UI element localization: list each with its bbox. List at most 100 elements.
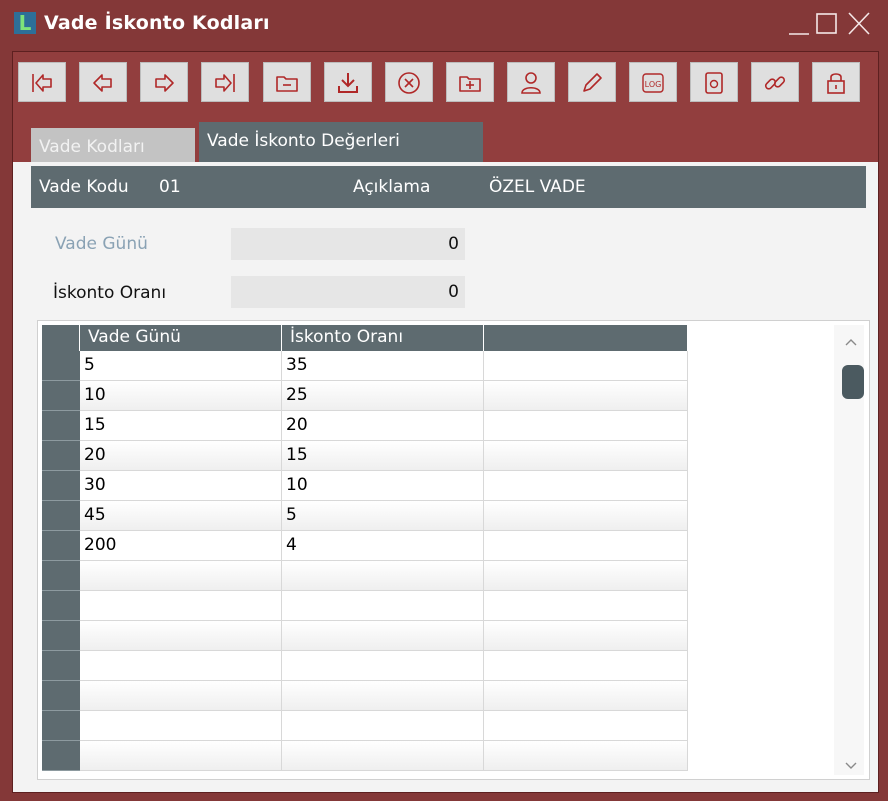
edit-button[interactable]: [568, 62, 616, 102]
table-cell[interactable]: [484, 381, 688, 411]
row-selector[interactable]: [42, 561, 80, 591]
next-record-button[interactable]: [140, 62, 188, 102]
title-bar[interactable]: L Vade İskonto Kodları: [0, 0, 888, 50]
cancel-button[interactable]: [385, 62, 433, 102]
user-button[interactable]: [507, 62, 555, 102]
table-cell[interactable]: 20: [282, 411, 484, 441]
table-cell[interactable]: [80, 591, 282, 621]
table-cell[interactable]: [80, 741, 282, 771]
table-row[interactable]: [42, 681, 688, 711]
row-selector[interactable]: [42, 711, 80, 741]
table-cell[interactable]: [484, 621, 688, 651]
first-record-button[interactable]: [18, 62, 66, 102]
table-cell[interactable]: [80, 621, 282, 651]
row-selector[interactable]: [42, 471, 80, 501]
table-cell[interactable]: 10: [282, 471, 484, 501]
table-cell[interactable]: [80, 681, 282, 711]
table-cell[interactable]: 35: [282, 351, 484, 381]
table-row[interactable]: [42, 651, 688, 681]
table-cell[interactable]: [282, 561, 484, 591]
table-cell[interactable]: 5: [80, 351, 282, 381]
table-cell[interactable]: 30: [80, 471, 282, 501]
table-row[interactable]: [42, 591, 688, 621]
row-selector[interactable]: [42, 621, 80, 651]
table-cell[interactable]: [484, 411, 688, 441]
attachment-button[interactable]: [690, 62, 738, 102]
table-cell[interactable]: [484, 471, 688, 501]
table-cell[interactable]: [484, 441, 688, 471]
table-cell[interactable]: 20: [80, 441, 282, 471]
minimize-icon[interactable]: [786, 10, 812, 38]
table-row[interactable]: 10 25: [42, 381, 688, 411]
row-selector[interactable]: [42, 501, 80, 531]
table-cell[interactable]: [484, 591, 688, 621]
vade-gunu-input[interactable]: 0: [231, 228, 465, 260]
table-cell[interactable]: [484, 351, 688, 381]
row-selector[interactable]: [42, 441, 80, 471]
row-selector[interactable]: [42, 351, 80, 381]
table-row[interactable]: [42, 741, 688, 771]
table-row[interactable]: [42, 561, 688, 591]
aciklama-value: ÖZEL VADE: [489, 177, 586, 197]
table-cell[interactable]: 200: [80, 531, 282, 561]
scroll-up-icon[interactable]: [844, 337, 858, 347]
close-icon[interactable]: [846, 10, 872, 38]
table-row[interactable]: [42, 621, 688, 651]
table-cell[interactable]: [80, 561, 282, 591]
table-row[interactable]: 30 10: [42, 471, 688, 501]
table-cell[interactable]: [282, 711, 484, 741]
row-selector[interactable]: [42, 651, 80, 681]
previous-record-button[interactable]: [79, 62, 127, 102]
row-selector[interactable]: [42, 531, 80, 561]
row-selector[interactable]: [42, 381, 80, 411]
table-row[interactable]: [42, 711, 688, 741]
table-cell[interactable]: [484, 711, 688, 741]
table-cell[interactable]: 45: [80, 501, 282, 531]
folder-button[interactable]: [263, 62, 311, 102]
table-cell[interactable]: 15: [80, 411, 282, 441]
row-selector[interactable]: [42, 411, 80, 441]
table-cell[interactable]: [484, 741, 688, 771]
link-button[interactable]: [751, 62, 799, 102]
column-header-vade-gunu[interactable]: Vade Günü: [80, 325, 282, 351]
scrollbar-thumb[interactable]: [842, 365, 864, 399]
column-header-empty[interactable]: [484, 325, 688, 351]
column-header-iskonto-orani[interactable]: İskonto Oranı: [282, 325, 484, 351]
table-cell[interactable]: [282, 651, 484, 681]
table-cell[interactable]: [484, 531, 688, 561]
table-row[interactable]: 5 35: [42, 351, 688, 381]
save-button[interactable]: [324, 62, 372, 102]
table-cell[interactable]: 15: [282, 441, 484, 471]
row-selector[interactable]: [42, 681, 80, 711]
table-cell[interactable]: [484, 681, 688, 711]
table-cell[interactable]: [484, 501, 688, 531]
table-cell[interactable]: 10: [80, 381, 282, 411]
table-cell[interactable]: 25: [282, 381, 484, 411]
maximize-icon[interactable]: [814, 10, 840, 38]
table-cell[interactable]: [484, 561, 688, 591]
scroll-down-icon[interactable]: [844, 761, 858, 771]
table-cell[interactable]: [80, 651, 282, 681]
tab-vade-kodlari[interactable]: Vade Kodları: [31, 128, 195, 162]
tab-vade-iskonto-degerleri[interactable]: Vade İskonto Değerleri: [199, 122, 483, 162]
table-row[interactable]: 200 4: [42, 531, 688, 561]
table-cell[interactable]: [484, 651, 688, 681]
log-button[interactable]: LOG: [629, 62, 677, 102]
table-row[interactable]: 15 20: [42, 411, 688, 441]
table-cell[interactable]: [282, 741, 484, 771]
table-cell[interactable]: [282, 591, 484, 621]
table-cell[interactable]: 5: [282, 501, 484, 531]
row-selector[interactable]: [42, 591, 80, 621]
lock-button[interactable]: [812, 62, 860, 102]
table-row[interactable]: 45 5: [42, 501, 688, 531]
table-cell[interactable]: 4: [282, 531, 484, 561]
row-selector[interactable]: [42, 741, 80, 771]
iskonto-orani-input[interactable]: 0: [231, 276, 465, 308]
table-cell[interactable]: [80, 711, 282, 741]
last-record-button[interactable]: [201, 62, 249, 102]
new-button[interactable]: [446, 62, 494, 102]
vertical-scrollbar[interactable]: [834, 325, 864, 775]
table-row[interactable]: 20 15: [42, 441, 688, 471]
table-cell[interactable]: [282, 621, 484, 651]
table-cell[interactable]: [282, 681, 484, 711]
